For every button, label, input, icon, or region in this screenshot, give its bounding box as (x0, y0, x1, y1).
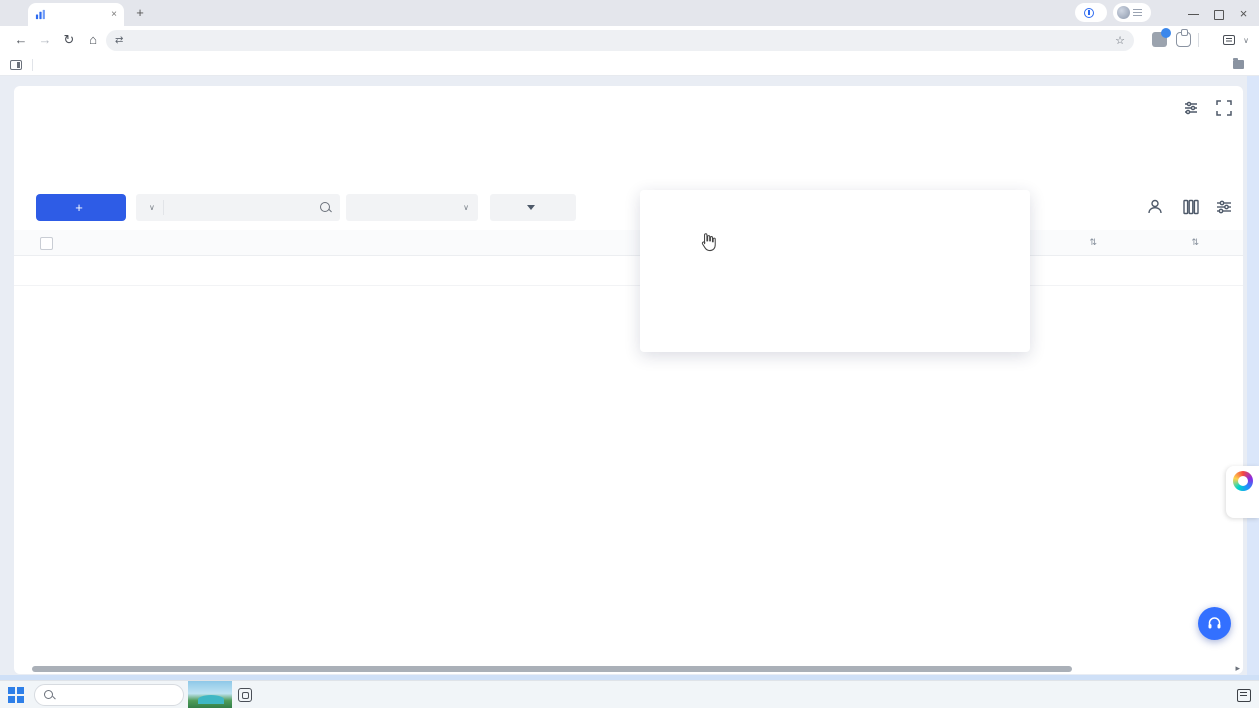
roi-trend-chart (640, 190, 1030, 350)
mouse-cursor-hand (699, 232, 718, 253)
window-close-button[interactable] (1238, 8, 1249, 19)
page-scrollbar[interactable] (1247, 76, 1259, 675)
chevron-down-icon (149, 203, 155, 212)
new-version-pill[interactable] (1075, 3, 1107, 22)
profile-pill[interactable] (1113, 3, 1151, 22)
search-input[interactable] (164, 202, 319, 214)
horizontal-scrollbar[interactable] (14, 665, 1243, 673)
tab-favicon-chart-icon (35, 9, 46, 20)
settings-sliders-icon[interactable] (1182, 99, 1200, 117)
forward-button[interactable] (36, 31, 54, 49)
extension-badge (1161, 28, 1171, 38)
filter-funnel-icon (527, 205, 535, 210)
screen (0, 0, 1259, 708)
promote-product-button[interactable] (36, 194, 126, 221)
roi-trend-popup (640, 190, 1030, 352)
search-icon[interactable] (319, 201, 332, 214)
extension-icon[interactable] (1152, 32, 1167, 47)
sort-icon[interactable] (1189, 236, 1199, 248)
more-filter-button[interactable] (490, 194, 576, 221)
start-button[interactable] (8, 687, 24, 703)
fullscreen-icon[interactable] (1215, 99, 1233, 117)
divider (1198, 33, 1199, 47)
taskbar (0, 680, 1259, 708)
version-icon (1084, 8, 1094, 18)
table-settings-icon[interactable] (1214, 197, 1234, 217)
search-icon (44, 690, 55, 701)
extensions-puzzle-icon[interactable] (1176, 32, 1191, 47)
chevron-down-icon (1243, 36, 1249, 45)
window-minimize-button[interactable] (1188, 8, 1199, 19)
plan-status-select[interactable] (346, 194, 478, 221)
audience-person-icon[interactable] (1145, 197, 1165, 217)
side-panel-icon[interactable] (10, 60, 22, 70)
plan-search-group (136, 194, 340, 221)
plan-type-select[interactable] (136, 200, 164, 215)
folder-icon (1233, 60, 1244, 69)
other-bookmarks[interactable] (1233, 60, 1249, 69)
page (0, 76, 1259, 680)
help-fab[interactable] (1198, 607, 1231, 640)
bookmark-star-icon[interactable] (1115, 34, 1125, 47)
taskbar-search-input[interactable] (61, 689, 161, 701)
summary-row (14, 256, 1243, 286)
ai-summary-button[interactable] (1219, 30, 1253, 50)
back-button[interactable] (12, 31, 30, 49)
profile-menu-icon (1133, 9, 1142, 16)
system-tray (1219, 681, 1259, 708)
plus-icon (75, 200, 83, 215)
ai-summary-icon (1223, 35, 1235, 45)
weather-widget[interactable] (188, 681, 232, 708)
divider (32, 59, 33, 71)
scroll-right-arrow-icon[interactable] (1235, 663, 1240, 674)
window-maximize-button[interactable] (1213, 8, 1224, 19)
scrollbar-thumb[interactable] (32, 666, 1072, 672)
chevron-down-icon (463, 203, 469, 212)
table-header (14, 230, 1243, 256)
main-card (14, 86, 1243, 674)
header-user-pay[interactable] (1049, 236, 1199, 248)
home-button[interactable] (84, 31, 102, 49)
assistant-widget[interactable] (1226, 466, 1259, 518)
custom-columns-icon[interactable] (1181, 197, 1201, 217)
avatar (1117, 6, 1130, 19)
new-tab-button[interactable] (132, 5, 148, 21)
url-bar[interactable] (106, 30, 1134, 51)
bookmarks-bar (0, 54, 1259, 76)
headset-icon (1206, 615, 1223, 632)
assistant-icon (1233, 471, 1253, 491)
reload-button[interactable] (60, 31, 78, 49)
taskbar-search[interactable] (34, 684, 184, 706)
browser-navbar (0, 26, 1259, 54)
browser-tab-active[interactable] (28, 3, 124, 26)
browser-tab-strip (0, 0, 1259, 26)
task-view-icon[interactable] (238, 688, 252, 702)
select-all-checkbox[interactable] (40, 237, 53, 250)
window-controls (1188, 0, 1255, 26)
notification-center-icon[interactable] (1237, 689, 1251, 702)
tab-close-icon[interactable] (111, 10, 117, 20)
site-info-icon[interactable] (115, 35, 123, 46)
